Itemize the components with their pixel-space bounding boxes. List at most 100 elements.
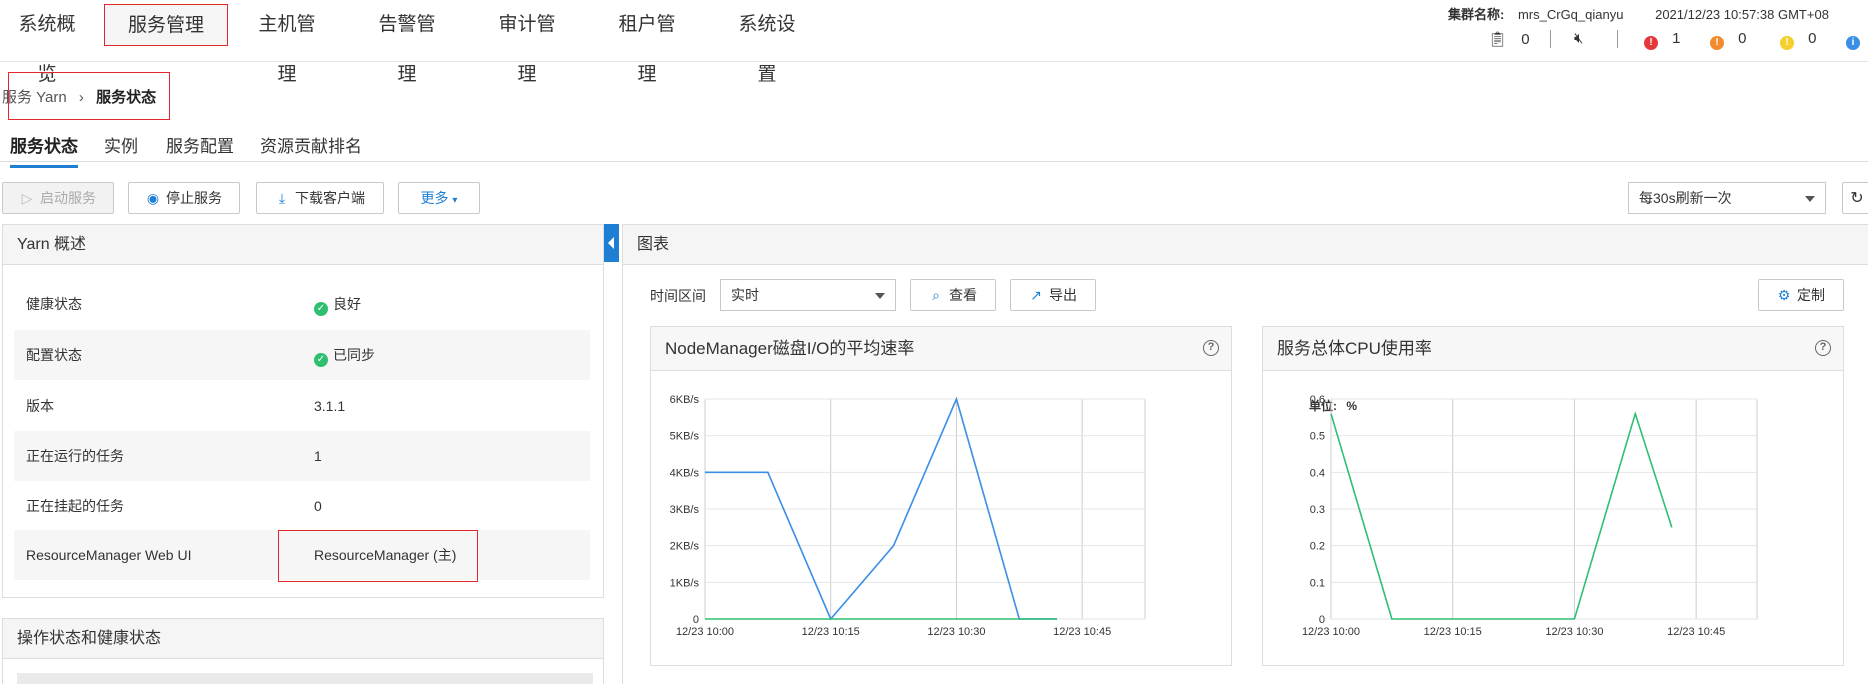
nav-service-management[interactable]: 服务管理 bbox=[104, 4, 228, 46]
major-alarm-icon: ! bbox=[1710, 36, 1724, 50]
row-key: 正在挂起的任务 bbox=[26, 498, 124, 514]
cluster-info: 集群名称: mrs_CrGq_qianyu 2021/12/23 10:57:3… bbox=[1448, 4, 1829, 23]
gear-icon: ⚙ bbox=[1777, 287, 1791, 303]
nav-audit-management[interactable]: 审计管理 bbox=[490, 0, 564, 85]
check-circle-icon: ✓ bbox=[314, 353, 328, 367]
help-icon[interactable]: ? bbox=[1815, 340, 1831, 356]
ops-health-panel: 操作状态和健康状态 bbox=[2, 618, 604, 684]
start-service-label: 启动服务 bbox=[40, 190, 96, 206]
refresh-interval-select[interactable]: 每30s刷新一次 bbox=[1628, 182, 1826, 214]
time-range-select[interactable]: 实时 bbox=[720, 279, 896, 311]
overview-row: 健康状态 ✓ 良好 bbox=[14, 279, 590, 329]
refresh-icon: ↻ bbox=[1850, 190, 1864, 207]
help-icon[interactable]: ? bbox=[1203, 340, 1219, 356]
breadcrumb-separator: › bbox=[78, 89, 84, 106]
refresh-button[interactable]: ↻ bbox=[1842, 182, 1868, 214]
chevron-down-icon bbox=[1805, 196, 1815, 202]
service-tabs: 服务状态 实例 服务配置 资源贡献排名 bbox=[0, 124, 1868, 168]
x-tick-label: 12/23 10:45 bbox=[1053, 626, 1111, 638]
divider bbox=[1550, 30, 1551, 48]
collapse-panel-handle[interactable] bbox=[604, 224, 619, 262]
row-value: 0 bbox=[314, 498, 322, 514]
disk-io-chart: 12/23 10:00 12/23 10:15 12/23 10:30 12/23 1… bbox=[670, 394, 1146, 638]
divider bbox=[1617, 30, 1618, 48]
chart-title: NodeManager磁盘I/O的平均速率 bbox=[651, 327, 1231, 371]
overview-title: Yarn 概述 bbox=[3, 225, 603, 265]
check-circle-icon: ✓ bbox=[314, 302, 328, 316]
major-count: 0 bbox=[1738, 30, 1747, 47]
x-tick-label: 12/23 10:15 bbox=[1424, 626, 1482, 638]
mute-icon[interactable]: 🔇︎ bbox=[1574, 30, 1583, 47]
row-value: 3.1.1 bbox=[314, 398, 346, 414]
tab-resource-ranking[interactable]: 资源贡献排名 bbox=[260, 132, 362, 157]
row-key: 正在运行的任务 bbox=[26, 448, 124, 464]
cluster-name[interactable]: mrs_CrGq_qianyu bbox=[1518, 7, 1624, 22]
y-tick-label: 2KB/s bbox=[670, 541, 700, 553]
start-service-button[interactable]: ▷ 启动服务 bbox=[2, 182, 114, 214]
export-icon: ↗ bbox=[1030, 287, 1042, 303]
nav-system-overview[interactable]: 系统概览 bbox=[10, 0, 84, 85]
nav-host-management[interactable]: 主机管理 bbox=[250, 0, 324, 85]
y-tick-label: 4KB/s bbox=[670, 467, 700, 479]
y-tick-label: 3KB/s bbox=[670, 504, 700, 516]
series-line bbox=[1330, 410, 1673, 620]
resourcemanager-highlight bbox=[278, 530, 478, 582]
download-client-button[interactable]: ⤓ 下载客户端 bbox=[256, 182, 384, 214]
row-key: ResourceManager Web UI bbox=[26, 547, 192, 563]
y-tick-label: 0 bbox=[693, 614, 699, 626]
download-icon: ⤓ bbox=[278, 190, 286, 206]
clipboard-icon: 📋︎ bbox=[1488, 31, 1508, 48]
export-button[interactable]: ↗ 导出 bbox=[1010, 279, 1096, 311]
y-tick-label: 1KB/s bbox=[670, 577, 700, 589]
chevron-down-icon bbox=[875, 293, 885, 299]
minor-alarm[interactable]: ! 0 bbox=[1780, 30, 1817, 50]
overview-row: 正在运行的任务 1 bbox=[14, 431, 590, 481]
more-button[interactable]: 更多 ▾ bbox=[398, 182, 480, 214]
refresh-interval-value: 每30s刷新一次 bbox=[1639, 190, 1732, 206]
table-header bbox=[17, 673, 593, 684]
y-tick-label: 0.3 bbox=[1310, 504, 1325, 516]
x-tick-label: 12/23 10:45 bbox=[1667, 626, 1725, 638]
overview-row: 配置状态 ✓ 已同步 bbox=[14, 330, 590, 380]
cpu-usage-chart: 12/23 10:00 12/23 10:15 12/23 10:30 12/23 1… bbox=[1302, 394, 1758, 638]
caret-down-icon: ▾ bbox=[452, 195, 458, 206]
tab-service-status[interactable]: 服务状态 bbox=[10, 132, 78, 168]
tab-instances[interactable]: 实例 bbox=[104, 132, 138, 157]
time-range-label: 时间区间 bbox=[650, 288, 706, 304]
cpu-usage-chart-card: 服务总体CPU使用率 ? 单位: % 12/23 10:00 12/23 10:1… bbox=[1262, 326, 1844, 666]
row-value: 良好 bbox=[333, 296, 361, 312]
critical-alarm[interactable]: ! 1 bbox=[1644, 30, 1681, 50]
cluster-label: 集群名称: bbox=[1448, 7, 1505, 22]
row-key: 版本 bbox=[26, 398, 54, 414]
y-tick-label: 0.4 bbox=[1310, 467, 1325, 479]
nav-tenant-management[interactable]: 租户管理 bbox=[610, 0, 684, 85]
customize-button[interactable]: ⚙ 定制 bbox=[1758, 279, 1844, 311]
row-value: 1 bbox=[314, 448, 322, 464]
major-alarm[interactable]: ! 0 bbox=[1710, 30, 1747, 50]
y-tick-label: 0.2 bbox=[1310, 541, 1325, 553]
info-alarm[interactable]: i bbox=[1846, 30, 1860, 50]
row-key: 健康状态 bbox=[26, 296, 82, 312]
more-label: 更多 bbox=[420, 190, 449, 206]
y-tick-label: 5KB/s bbox=[670, 431, 700, 443]
time-range-value: 实时 bbox=[731, 287, 759, 303]
datetime: 2021/12/23 10:57:38 GMT+08 bbox=[1655, 7, 1829, 22]
charts-title: 图表 bbox=[623, 225, 1868, 265]
x-tick-label: 12/23 10:00 bbox=[1302, 626, 1360, 638]
top-nav: 系统概览 服务管理 主机管理 告警管理 审计管理 租户管理 系统设置 集群名称:… bbox=[0, 0, 1868, 85]
view-button[interactable]: ⌕ 查看 bbox=[910, 279, 996, 311]
tab-service-config[interactable]: 服务配置 bbox=[166, 132, 234, 157]
customize-label: 定制 bbox=[1797, 287, 1825, 303]
task-indicator[interactable]: 📋︎ 0 bbox=[1488, 30, 1530, 48]
chart-title: 服务总体CPU使用率 bbox=[1263, 327, 1843, 371]
download-client-label: 下载客户端 bbox=[295, 190, 365, 206]
nav-system-settings[interactable]: 系统设置 bbox=[730, 0, 804, 85]
row-value: 已同步 bbox=[333, 347, 375, 363]
info-icon: i bbox=[1846, 36, 1860, 50]
stop-service-button[interactable]: ◉ 停止服务 bbox=[128, 182, 240, 214]
x-tick-label: 12/23 10:15 bbox=[802, 626, 860, 638]
nav-alarm-management[interactable]: 告警管理 bbox=[370, 0, 444, 85]
ops-health-title: 操作状态和健康状态 bbox=[3, 619, 603, 659]
stop-icon: ◉ bbox=[146, 190, 160, 206]
breadcrumb-parent[interactable]: 服务 Yarn bbox=[2, 89, 67, 106]
